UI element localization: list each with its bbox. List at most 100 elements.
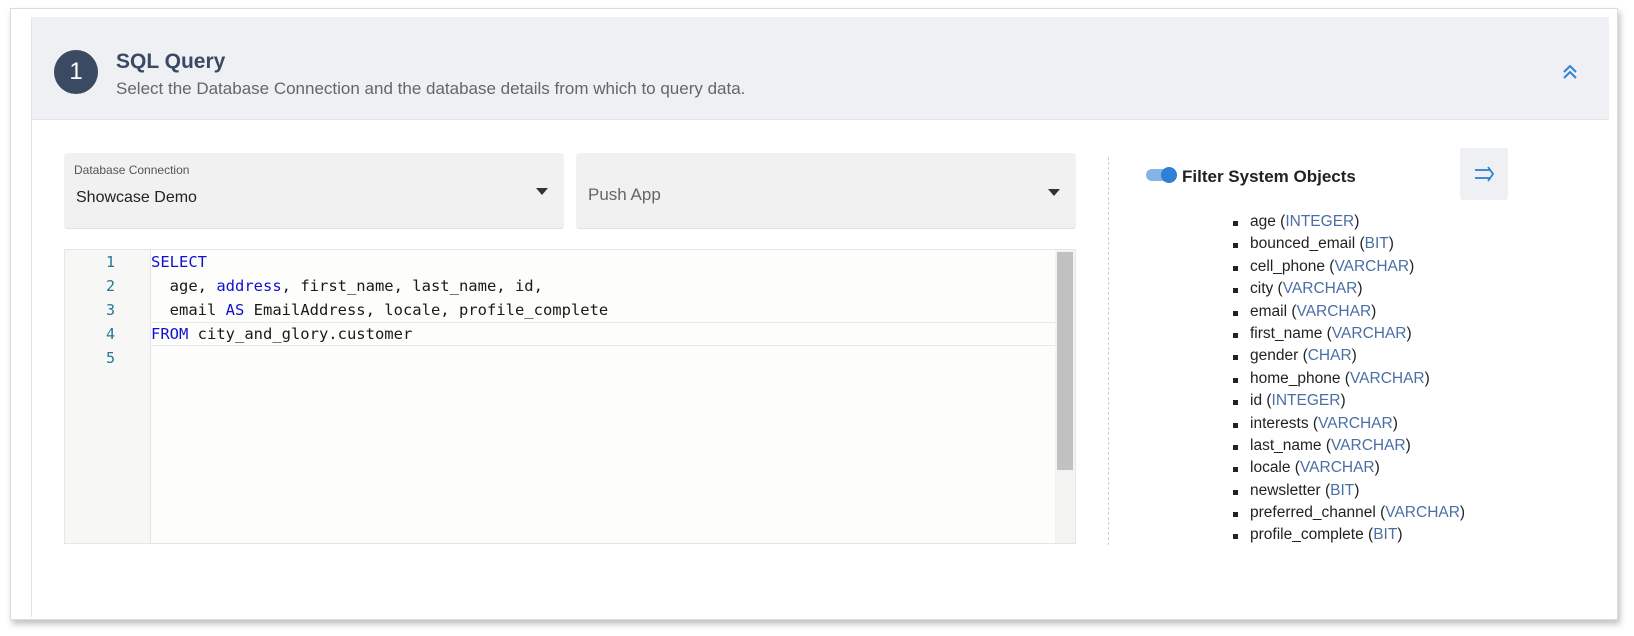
bullet-icon [1233, 332, 1238, 338]
schema-field-item[interactable]: interests (VARCHAR) [1228, 413, 1568, 435]
code-line[interactable]: age, address, first_name, last_name, id, [151, 274, 543, 298]
field-name: email [1250, 302, 1288, 320]
bullet-icon [1233, 444, 1238, 450]
database-connection-value: Showcase Demo [76, 189, 197, 206]
line-number: 3 [105, 301, 115, 319]
field-type: VARCHAR [1349, 369, 1425, 387]
field-name: newsletter [1250, 481, 1321, 499]
field-type: VARCHAR [1299, 459, 1375, 477]
field-name: gender [1250, 347, 1299, 365]
bullet-icon [1233, 422, 1238, 428]
sql-text: age, [151, 277, 217, 295]
sql-text: email [151, 301, 226, 319]
schema-field-item[interactable]: first_name (VARCHAR) [1228, 323, 1568, 345]
sql-text: city_and_glory.customer [188, 325, 413, 343]
line-number: 5 [105, 349, 115, 367]
code-line[interactable]: SELECT [151, 250, 207, 274]
schema-field-item[interactable]: email (VARCHAR) [1228, 301, 1568, 323]
sql-text: , first_name, last_name, id, [281, 277, 543, 295]
field-type: VARCHAR [1385, 504, 1460, 522]
field-type: VARCHAR [1334, 257, 1410, 275]
dropdown-arrow-icon [536, 188, 548, 195]
bullet-icon [1233, 467, 1238, 473]
schema-field-item[interactable]: cell_phone (VARCHAR) [1228, 256, 1568, 278]
sql-text: EmailAddress, locale, profile_complete [244, 301, 609, 319]
database-connection-label: Database Connection [74, 163, 190, 177]
bullet-icon [1233, 355, 1238, 361]
field-name: profile_complete [1250, 526, 1364, 544]
sql-keyword: address [216, 277, 282, 295]
schema-field-item[interactable]: gender (CHAR) [1228, 345, 1568, 367]
toggle-knob [1161, 167, 1177, 183]
line-number: 2 [105, 277, 115, 295]
chevrons-up-icon[interactable] [1559, 61, 1581, 83]
bullet-icon [1233, 221, 1238, 226]
dropdown-arrow-icon [1048, 189, 1060, 196]
schema-field-item[interactable]: newsletter (BIT) [1228, 480, 1568, 502]
field-name: home_phone [1250, 369, 1341, 387]
field-type: INTEGER [1285, 213, 1355, 230]
field-type: BIT [1364, 235, 1389, 253]
scrollbar-thumb[interactable] [1057, 252, 1073, 470]
card-content: 1 SQL Query Select the Database Connecti… [31, 17, 1609, 617]
schema-field-item[interactable]: profile_complete (BIT) [1228, 524, 1568, 545]
field-type: CHAR [1307, 347, 1352, 365]
line-number-gutter: 1 2 3 4 5 [65, 250, 151, 543]
push-app-select[interactable]: Push App [576, 153, 1076, 229]
bullet-icon [1233, 400, 1238, 406]
panel-divider [1108, 157, 1109, 545]
field-name: id [1250, 392, 1263, 410]
field-type: VARCHAR [1330, 436, 1406, 454]
sql-keyword: FROM [151, 325, 189, 343]
database-connection-select[interactable]: Database Connection Showcase Demo [64, 153, 564, 229]
field-type: VARCHAR [1282, 280, 1358, 298]
field-name: age [1250, 213, 1276, 230]
filter-system-objects-toggle[interactable] [1146, 167, 1178, 183]
field-name: last_name [1250, 436, 1322, 454]
bullet-icon [1233, 310, 1238, 316]
schema-field-item[interactable]: id (INTEGER) [1228, 390, 1568, 412]
schema-field-item[interactable]: bounced_email (BIT) [1228, 233, 1568, 255]
step-number-badge: 1 [54, 50, 98, 94]
sql-keyword: AS [225, 301, 245, 319]
field-type: INTEGER [1271, 392, 1341, 410]
field-type: VARCHAR [1296, 302, 1372, 320]
collapse-panel-button[interactable] [1460, 148, 1508, 200]
code-line[interactable]: FROM city_and_glory.customer [151, 322, 412, 346]
section-title: SQL Query [116, 50, 226, 73]
line-number: 4 [105, 325, 115, 343]
field-name: interests [1250, 414, 1309, 432]
schema-field-item[interactable]: last_name (VARCHAR) [1228, 435, 1568, 457]
sql-query-card: 1 SQL Query Select the Database Connecti… [10, 8, 1618, 620]
bullet-icon [1233, 243, 1238, 249]
field-type: BIT [1373, 526, 1398, 544]
field-type: VARCHAR [1331, 324, 1407, 342]
line-number: 1 [105, 253, 115, 271]
schema-field-item[interactable]: home_phone (VARCHAR) [1228, 368, 1568, 390]
section-subtitle: Select the Database Connection and the d… [116, 79, 746, 98]
schema-field-item[interactable]: preferred_channel (VARCHAR) [1228, 502, 1568, 524]
code-line[interactable]: email AS EmailAddress, locale, profile_c… [151, 298, 609, 322]
schema-field-list: age (INTEGER) bounced_email (BIT) cell_pho… [1228, 203, 1568, 545]
editor-scrollbar[interactable] [1055, 250, 1075, 543]
filter-system-objects-label: Filter System Objects [1182, 167, 1356, 186]
push-app-placeholder: Push App [588, 185, 661, 204]
collapse-right-icon [1475, 166, 1495, 182]
bullet-icon [1233, 377, 1238, 383]
field-name: cell_phone [1250, 257, 1325, 275]
schema-field-item[interactable]: locale (VARCHAR) [1228, 457, 1568, 479]
bullet-icon [1233, 512, 1238, 518]
field-name: preferred_channel [1250, 504, 1376, 522]
field-name: first_name [1250, 324, 1323, 342]
schema-field-item[interactable]: age (INTEGER) [1228, 211, 1568, 233]
bullet-icon [1233, 288, 1238, 294]
sql-editor[interactable]: 1 2 3 4 5 SELECT age, address, first_name, l… [64, 249, 1076, 544]
section-header: 1 SQL Query Select the Database Connecti… [32, 17, 1609, 120]
field-name: bounced_email [1250, 235, 1356, 253]
sql-keyword: SELECT [151, 253, 207, 271]
bullet-icon [1233, 265, 1238, 271]
bullet-icon [1233, 489, 1238, 495]
field-type: BIT [1330, 481, 1355, 499]
bullet-icon [1233, 534, 1238, 540]
schema-field-item[interactable]: city (VARCHAR) [1228, 278, 1568, 300]
